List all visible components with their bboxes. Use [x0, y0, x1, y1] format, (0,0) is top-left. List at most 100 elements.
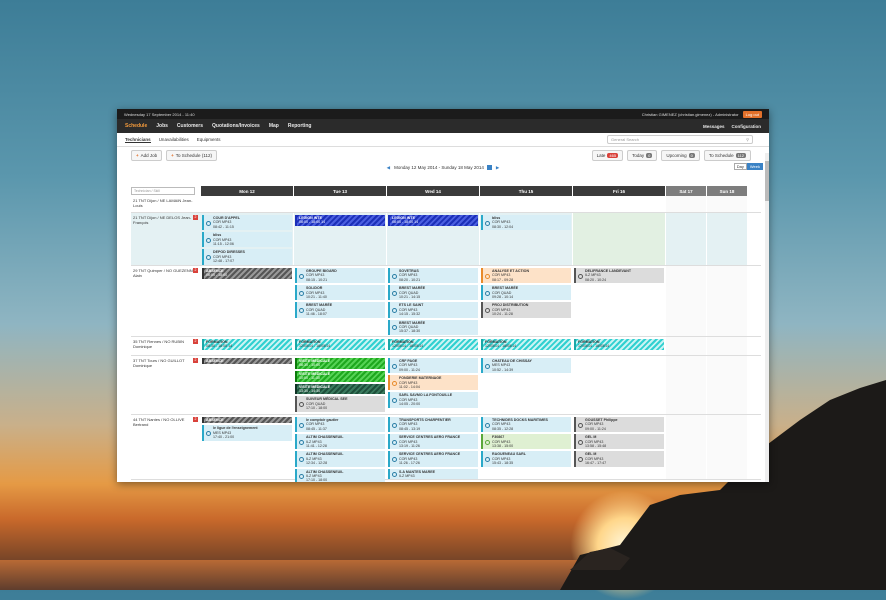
- schedule-cell[interactable]: le comptoir gautier COR MP43 08:45 - 11:37…: [294, 415, 386, 482]
- job-event[interactable]: PROJ DISTRIBUTION COR MP43 10:24 - 11:28: [481, 302, 571, 318]
- job-event[interactable]: GEL M COR MP43 13:58 - 15:48: [574, 434, 664, 450]
- alert-flag-icon[interactable]: 2: [193, 268, 198, 273]
- schedule-cell[interactable]: FORMATION 12/05/14 - 16/05/14: [387, 337, 479, 355]
- job-event[interactable]: SERVICE CENTRES AERO FRANCE COR MP43 13:19…: [388, 434, 478, 450]
- job-event[interactable]: FORMATION 12/05/14 - 16/05/14: [574, 339, 664, 350]
- job-event[interactable]: bliss COR MP43 11:15 - 12:06: [202, 232, 292, 248]
- technician-name[interactable]: 37 TNT Tours / NO GUILLOT Dominique 2: [131, 356, 201, 414]
- job-event[interactable]: TECHNIDES DOCKS MARITIMES COR MP43 08:35 -…: [481, 417, 571, 433]
- schedule-cell[interactable]: GOUSSET Philippe COR MP43 09:00 - 11:24 GEL…: [573, 415, 665, 479]
- tab-technicians[interactable]: Technicians: [125, 137, 151, 143]
- schedule-cell[interactable]: LEGION INTE 08:00 - 18:00 14: [294, 213, 386, 265]
- technician-name[interactable]: 44 TNT Nantes / NO OLLIVE Bertrand 2: [131, 415, 201, 479]
- nav-messages[interactable]: Messages: [703, 124, 725, 129]
- schedule-cell[interactable]: GROUPE BIGARD COR MP43 08:15 - 10:21 SOLIDO…: [294, 266, 386, 336]
- job-event[interactable]: LEGION INTE 08:00 - 18:00 14: [388, 215, 478, 226]
- job-event[interactable]: CHATEAU DE CHISSAY MES MP43 10:52 - 14:39: [481, 358, 571, 374]
- schedule-cell[interactable]: [573, 213, 665, 265]
- job-event[interactable]: RAGUENEAU SARL COR MP43 15:43 - 18:35: [481, 451, 571, 467]
- schedule-cell[interactable]: SOVETRAS COR MP43 08:20 - 10:21 BREST MARÉE…: [387, 266, 479, 336]
- job-event[interactable]: FORMATION 12/05/14 - 16/05/14: [295, 339, 385, 350]
- nav-jobs[interactable]: Jobs: [156, 123, 168, 129]
- weekend-cell[interactable]: [666, 213, 706, 265]
- alert-flag-icon[interactable]: 2: [193, 215, 198, 220]
- scrollbar-thumb[interactable]: [765, 161, 769, 201]
- schedule-cell[interactable]: FORMATION 12/05/14 - 16/05/14: [573, 337, 665, 355]
- job-event[interactable]: CRF PAGE COR MP43 09:00 - 11:24: [388, 358, 478, 374]
- job-event[interactable]: SOLIDOR COR MP43 10:21 - 11:40: [295, 285, 385, 301]
- job-event[interactable]: SOVETRAS COR MP43 08:20 - 10:21: [388, 268, 478, 284]
- schedule-cell[interactable]: ABSENCE le ligue de l'enseignement MES MP4…: [201, 415, 293, 479]
- weekend-cell[interactable]: [666, 337, 706, 355]
- weekend-cell[interactable]: [707, 266, 747, 336]
- weekend-cell[interactable]: [707, 356, 747, 414]
- schedule-cell[interactable]: [387, 196, 479, 212]
- job-event[interactable]: DEPOD DIRESSES COR MP43 12:48 - 17:07: [202, 249, 292, 265]
- next-week-icon[interactable]: ▶: [496, 165, 499, 171]
- schedule-cell[interactable]: CHATEAU DE CHISSAY MES MP43 10:52 - 14:39: [480, 356, 572, 414]
- technician-name[interactable]: 29 TNT Quimper / NO GUEZENNEC Alain 2: [131, 266, 201, 336]
- job-event[interactable]: ALTIM CHASSENEUIL ILZ MP43 17:10 - 18:00: [295, 468, 385, 482]
- to-schedule-filter-button[interactable]: To Schedule 112: [703, 149, 751, 161]
- job-event[interactable]: COUR D'APPEL COR MP43 08:42 - 11:15: [202, 215, 292, 231]
- schedule-cell[interactable]: DELIFRANCE LANDEVANT ILZ MP43 08:20 - 10:2…: [573, 266, 665, 336]
- add-job-button[interactable]: + Add Job: [131, 149, 163, 161]
- job-event[interactable]: BREST MARÉE COR QUAD 11:46 - 18:07: [295, 302, 385, 318]
- job-event[interactable]: BREST MARÉE COR QUAD 10:21 - 14:15: [388, 285, 478, 301]
- schedule-cell[interactable]: TRANSPORTS CHARPENTIER COR MP43 08:45 - 13…: [387, 415, 479, 480]
- job-event[interactable]: DELIFRANCE LANDEVANT ILZ MP43 08:20 - 10:2…: [574, 268, 664, 284]
- schedule-cell[interactable]: LEGION INTE 08:00 - 18:00 14: [387, 213, 479, 265]
- job-event[interactable]: ALTIM CHASSENEUIL ILZ MP43 11:41 - 12:28: [295, 434, 385, 450]
- job-event[interactable]: F30867 COR MP43 13:38 - 15:00: [481, 434, 571, 450]
- to-schedule-button[interactable]: + To Schedule (112): [166, 149, 217, 161]
- weekend-cell[interactable]: [707, 337, 747, 355]
- job-event[interactable]: ETS LE SAINT COR MP43 14:15 - 15:32: [388, 302, 478, 318]
- job-event[interactable]: VISITE MÉDICALE 13:30 - 14:30: [295, 383, 385, 395]
- schedule-cell[interactable]: [480, 196, 572, 212]
- weekend-cell[interactable]: [707, 196, 747, 212]
- weekend-cell[interactable]: [666, 266, 706, 336]
- schedule-cell[interactable]: FORMATION 12/05/14 - 16/05/14: [480, 337, 572, 355]
- today-filter-button[interactable]: Today 0: [627, 149, 658, 161]
- weekend-cell[interactable]: [707, 213, 747, 265]
- schedule-cell[interactable]: ABSENCE 08:00 - 18:00: [201, 266, 293, 336]
- nav-quotations-invoices[interactable]: Quotations/Invoices: [212, 123, 260, 129]
- job-event[interactable]: FORMATION 08:30 - 18:00 14: [202, 339, 292, 350]
- job-event[interactable]: BREST MARÉE COR QUAD 15:37 - 18:30: [388, 319, 478, 335]
- upcoming-filter-button[interactable]: Upcoming 0: [661, 149, 700, 161]
- calendar-icon[interactable]: [486, 165, 492, 170]
- job-event[interactable]: VISITE MÉDICALE 08:30 - 10:00: [295, 358, 385, 369]
- job-event[interactable]: GROUPE BIGARD COR MP43 08:15 - 10:21: [295, 268, 385, 284]
- schedule-cell[interactable]: ANALYSE ET ACTION COR MP43 08:17 - 09:28 BR…: [480, 266, 572, 336]
- job-event[interactable]: ANALYSE ET ACTION COR MP43 08:17 - 09:28: [481, 268, 571, 284]
- technician-name[interactable]: 21 TNT Dijon / NE LAMAIN Jean-Louis: [131, 196, 201, 212]
- schedule-cell[interactable]: [573, 196, 665, 212]
- job-event[interactable]: GEL M COR MP43 16:47 - 17:47: [574, 451, 664, 467]
- schedule-cell[interactable]: [573, 356, 665, 414]
- schedule-cell[interactable]: ABSENCE: [201, 356, 293, 414]
- job-event[interactable]: FORMATION 12/05/14 - 16/05/14: [481, 339, 571, 350]
- job-event[interactable]: le ligue de l'enseignement MES MP43 17:40 …: [202, 425, 292, 441]
- nav-customers[interactable]: Customers: [177, 123, 203, 129]
- schedule-cell[interactable]: [201, 196, 293, 212]
- job-event[interactable]: TRANSPORTS CHARPENTIER COR MP43 08:45 - 13…: [388, 417, 478, 433]
- technician-name[interactable]: 21 TNT Dijon / NE DELOS Jean-François 2: [131, 213, 201, 265]
- job-event[interactable]: bliss COR MP43 08:30 - 12:04: [481, 215, 571, 231]
- alert-flag-icon[interactable]: 2: [193, 417, 198, 422]
- vertical-scrollbar[interactable]: [765, 153, 769, 482]
- job-event[interactable]: S.A MANTES MAREE ILZ MP43: [388, 468, 478, 480]
- job-event[interactable]: BREST MARÉE COR QUAD 09:28 - 10:14: [481, 285, 571, 301]
- job-event[interactable]: le comptoir gautier COR MP43 08:45 - 11:37: [295, 417, 385, 433]
- job-event[interactable]: SARL SAVMO LA FONTOUILLE COR MP43 14:05 - …: [388, 392, 478, 408]
- schedule-cell[interactable]: FORMATION 12/05/14 - 16/05/14: [294, 337, 386, 355]
- job-event[interactable]: FONDERIE MATERNAGE COR MP43 11:02 - 14:04: [388, 375, 478, 391]
- weekend-cell[interactable]: [666, 415, 706, 479]
- job-event[interactable]: LEGION INTE 08:00 - 18:00 14: [295, 215, 385, 226]
- alert-flag-icon[interactable]: 2: [193, 339, 198, 344]
- weekend-cell[interactable]: [707, 415, 747, 479]
- schedule-cell[interactable]: COUR D'APPEL COR MP43 08:42 - 11:15 bliss CO…: [201, 213, 293, 265]
- tab-equipments[interactable]: Equipments: [197, 137, 221, 142]
- day-view-button[interactable]: Day: [733, 163, 747, 170]
- logout-button[interactable]: Log out: [742, 110, 762, 118]
- nav-configuration[interactable]: Configuration: [732, 124, 762, 129]
